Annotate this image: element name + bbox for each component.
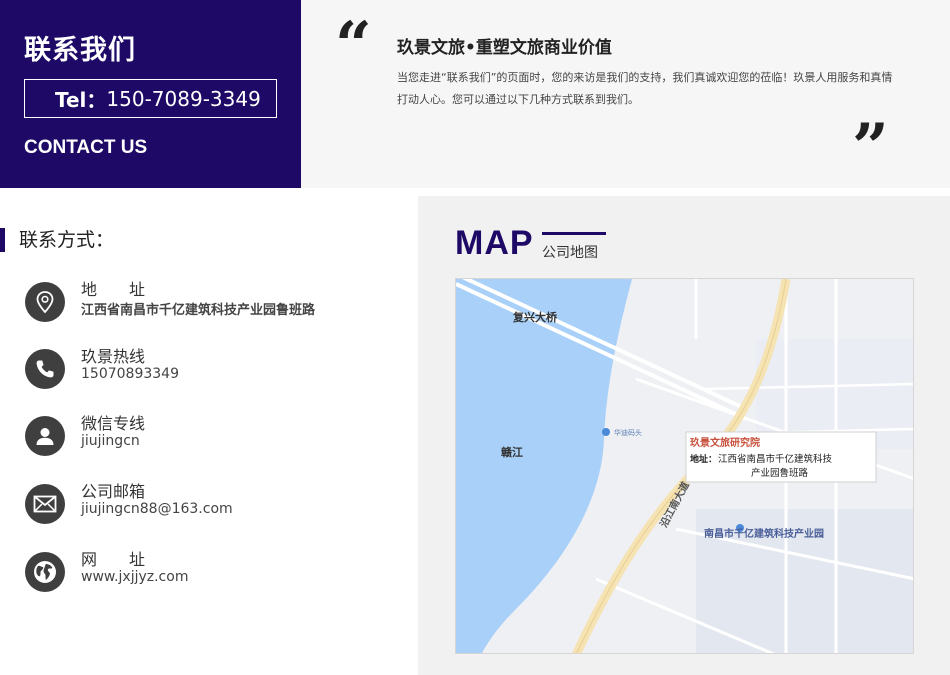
hotline-value[interactable]: 15070893349: [81, 366, 179, 382]
intro-section: 联系我们 Tel： 150-7089-3349 CONTACT US “ 玖景文…: [0, 0, 950, 188]
intro-text: 当您走进“联系我们”的页面时，您的来访是我们的支持，我们真诚欢迎您的莅临！玖景人…: [397, 71, 893, 106]
contact-item-email[interactable]: 公司邮箱 jiujingcn88@163.com: [25, 482, 415, 534]
map-label-park: 南昌市千亿建筑科技产业园: [704, 527, 824, 540]
map-poi-address-line1: 江西省南昌市千亿建筑科技: [718, 453, 833, 465]
contact-us-banner: 联系我们 Tel： 150-7089-3349 CONTACT US: [0, 0, 301, 188]
contact-item-hotline[interactable]: 玖景热线 15070893349: [25, 347, 415, 399]
map-title-underline: [542, 232, 606, 235]
contact-item-label: 地 址: [81, 280, 146, 299]
company-map[interactable]: 复兴大桥 赣江 沿江南大道 华迪码头 南昌市千亿建筑科技产业园 玖景文旅研究院 …: [455, 278, 914, 654]
globe-icon: [25, 552, 65, 592]
map-poi-address-label: 地址：: [690, 453, 717, 465]
contact-item-website[interactable]: 网 址 www.jxjjyz.com: [25, 550, 415, 602]
location-pin-icon: [25, 282, 65, 322]
quote-open-icon: “: [335, 8, 372, 83]
map-poi-address-line2: 产业园鲁班路: [751, 467, 809, 479]
contact-ways-title: 联系方式：: [0, 228, 114, 252]
map-poi-company-name: 玖景文旅研究院: [690, 436, 760, 449]
quote-close-icon: ”: [852, 110, 889, 185]
email-value[interactable]: jiujingcn88@163.com: [81, 501, 233, 517]
contact-ways-panel: 联系方式： 地 址 江西省南昌市千亿建筑科技产业园鲁班路 玖景热线 150708…: [0, 196, 418, 675]
intro-title: 玖景文旅•重塑文旅商业价值: [397, 38, 612, 58]
map-canvas: 复兴大桥 赣江 沿江南大道 华迪码头 南昌市千亿建筑科技产业园 玖景文旅研究院 …: [456, 279, 913, 653]
map-label-small-poi: 华迪码头: [614, 428, 642, 437]
map-label-bridge: 复兴大桥: [512, 310, 558, 324]
map-poi-dot: [602, 428, 610, 436]
contact-item-wechat: 微信专线 jiujingcn: [25, 414, 415, 466]
map-title: MAP: [455, 224, 534, 262]
tel-box[interactable]: Tel： 150-7089-3349: [24, 79, 277, 118]
contact-item-label: 微信专线: [81, 414, 146, 433]
contact-item-label: 公司邮箱: [81, 482, 146, 501]
tel-number[interactable]: 150-7089-3349: [106, 87, 260, 111]
contact-item-label: 网 址: [81, 550, 146, 569]
website-link[interactable]: www.jxjjyz.com: [81, 569, 188, 585]
address-value: 江西省南昌市千亿建筑科技产业园鲁班路: [81, 303, 316, 318]
wechat-value: jiujingcn: [81, 433, 140, 449]
contact-item-label: 玖景热线: [81, 347, 146, 366]
user-icon: [25, 416, 65, 456]
phone-icon: [25, 349, 65, 389]
map-subtitle: 公司地图: [542, 245, 598, 261]
mail-icon: [25, 484, 65, 524]
map-panel: MAP 公司地图 复兴大桥 赣江 沿江南大道 华迪码头 南昌市千亿建筑科技产业园…: [418, 196, 950, 675]
contact-title-en: CONTACT US: [24, 137, 148, 158]
contact-item-address: 地 址 江西省南昌市千亿建筑科技产业园鲁班路: [25, 280, 415, 332]
map-label-river: 赣江: [501, 445, 523, 459]
contact-title: 联系我们: [24, 35, 136, 66]
tel-label: Tel：: [55, 88, 107, 112]
